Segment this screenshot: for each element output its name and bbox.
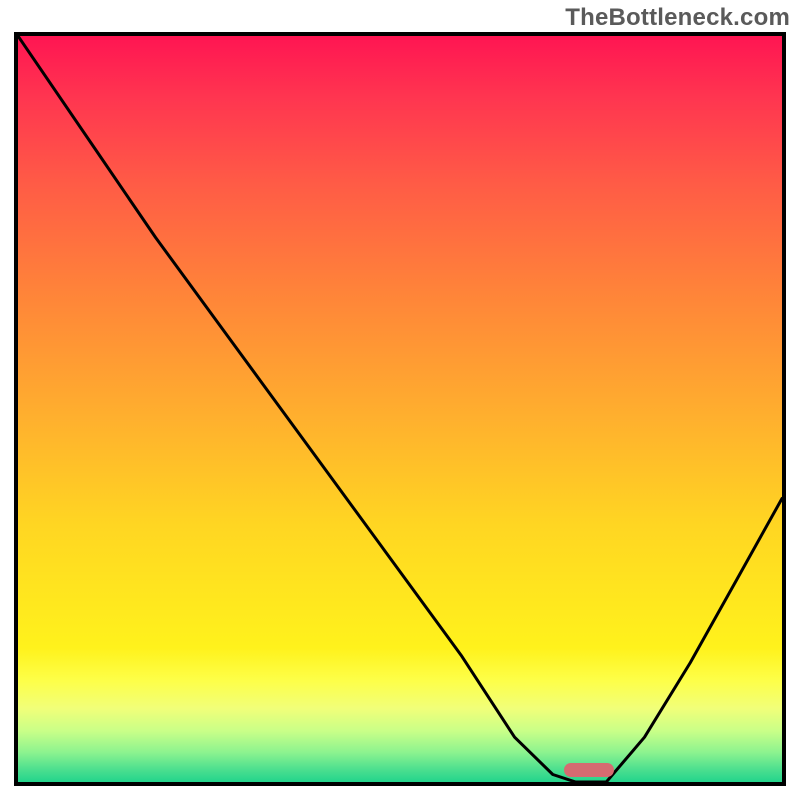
optimal-range-marker [564,763,614,777]
watermark-text: TheBottleneck.com [565,4,790,32]
curve-layer [18,36,782,782]
chart-stage: TheBottleneck.com [0,0,800,800]
bottleneck-curve [18,36,782,782]
plot-frame [14,32,786,786]
